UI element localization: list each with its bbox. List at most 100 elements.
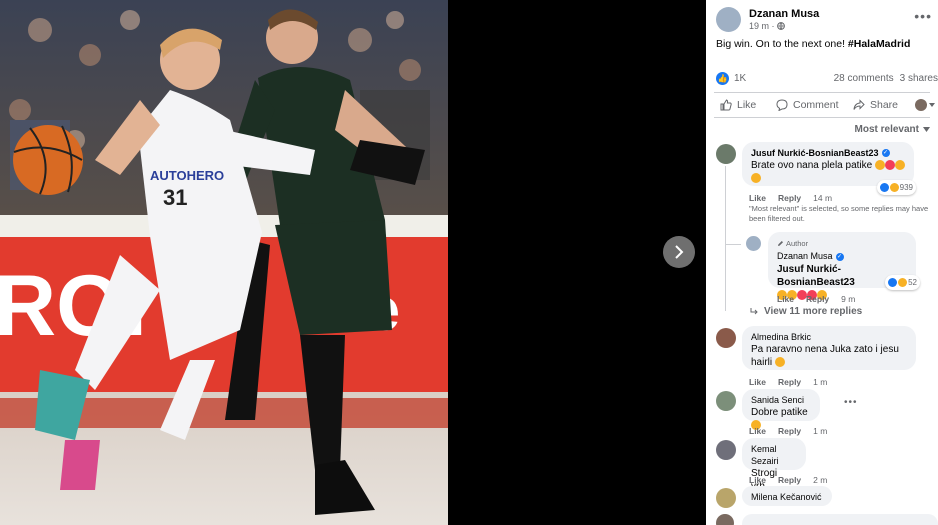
comment-like-button[interactable]: Like bbox=[749, 475, 766, 485]
commenter-name[interactable]: Jusuf Nurkić-BosnianBeast23 bbox=[751, 147, 879, 159]
comment-time[interactable]: 2 m bbox=[813, 475, 827, 485]
reply-like-button[interactable]: Like bbox=[777, 294, 794, 304]
comment-input[interactable] bbox=[742, 514, 938, 525]
profile-avatar bbox=[716, 514, 734, 525]
laugh-emoji-icon bbox=[894, 160, 905, 171]
photo-viewer: ROI de bbox=[0, 0, 706, 525]
like-reaction-icon: 👍 bbox=[716, 72, 729, 85]
thread-branch bbox=[725, 244, 741, 245]
comment-text: Dobre patike bbox=[751, 407, 808, 418]
post-text: Big win. On to the next one! #HalaMadrid bbox=[716, 38, 932, 50]
comments-count[interactable]: 28 comments bbox=[834, 73, 894, 84]
comment-like-button[interactable]: Like bbox=[749, 193, 766, 203]
hashtag-link[interactable]: #HalaMadrid bbox=[848, 38, 910, 50]
commenter-name[interactable]: Almedina Brkic bbox=[751, 331, 907, 343]
comment-actions: Like Reply 2 m bbox=[740, 475, 827, 485]
reply-arrow-icon bbox=[750, 307, 758, 314]
comment-bubble: Sanida Senci Dobre patike bbox=[742, 389, 820, 431]
comment-text: Pa naravno nena Juka zato i jesu hairli bbox=[751, 344, 899, 368]
verified-badge-icon: ✓ bbox=[881, 149, 890, 157]
post-side-panel: Dzanan Musa 19 m · ••• Big win. On to th… bbox=[706, 0, 938, 525]
thread-line bbox=[725, 166, 726, 311]
pencil-icon bbox=[778, 241, 783, 246]
comment-options-icon[interactable]: ••• bbox=[844, 397, 858, 408]
next-photo-button[interactable] bbox=[663, 236, 695, 268]
comment-like-button[interactable]: Like bbox=[749, 426, 766, 436]
jersey-number: 31 bbox=[163, 185, 187, 210]
commenter-name[interactable]: Sanida Senci bbox=[751, 394, 811, 406]
sort-label: Most relevant bbox=[854, 124, 919, 135]
reply-reply-button[interactable]: Reply bbox=[806, 294, 829, 304]
post-caption: Big win. On to the next one! bbox=[716, 38, 848, 50]
reaction-count: 939 bbox=[899, 183, 913, 192]
post-time[interactable]: 19 m · bbox=[749, 21, 775, 31]
reply-time[interactable]: 9 m bbox=[841, 294, 855, 304]
author-label: Author bbox=[777, 237, 907, 250]
caret-down-icon bbox=[929, 103, 935, 107]
comment-actions: Like Reply 1 m bbox=[740, 426, 827, 436]
comment-reply-button[interactable]: Reply bbox=[778, 377, 801, 387]
comment-like-button[interactable]: Like bbox=[749, 377, 766, 387]
view-more-replies-link[interactable]: View 11 more replies bbox=[750, 306, 862, 317]
reply-author-avatar[interactable] bbox=[746, 236, 761, 251]
comment-composer bbox=[716, 512, 938, 525]
comment-reply-button[interactable]: Reply bbox=[778, 475, 801, 485]
post-header: Dzanan Musa 19 m · ••• bbox=[716, 7, 932, 32]
comment-bubble: Kemal Sezairi Strogi vrh... bbox=[742, 438, 806, 492]
jersey-sponsor: AUTOHERO bbox=[150, 168, 224, 183]
more-options-icon[interactable]: ••• bbox=[914, 8, 932, 24]
author-avatar[interactable] bbox=[716, 7, 741, 32]
comment-time[interactable]: 1 m bbox=[813, 426, 827, 436]
like-label: Like bbox=[737, 99, 757, 111]
caret-down-icon bbox=[923, 127, 930, 132]
commenter-avatar[interactable] bbox=[716, 328, 736, 348]
comment-text: Brate ovo nana plela patike bbox=[751, 160, 873, 171]
comment-reply-button[interactable]: Reply bbox=[778, 426, 801, 436]
react-as-selector[interactable] bbox=[915, 99, 935, 111]
reactions-count: 1K bbox=[734, 73, 747, 84]
commenter-name[interactable]: Kemal Sezairi bbox=[751, 443, 797, 467]
comment-button[interactable]: Comment bbox=[776, 99, 853, 111]
commenter-name[interactable]: Milena Kečanović bbox=[751, 491, 823, 503]
reply-bubble: Author Dzanan Musa ✓ Jusuf Nurkić-Bosnia… bbox=[768, 232, 920, 301]
chevron-right-icon bbox=[675, 245, 684, 259]
haha-reaction-icon bbox=[898, 278, 908, 287]
share-button[interactable]: Share bbox=[853, 99, 915, 111]
smile-emoji-icon bbox=[774, 357, 785, 368]
comment-bubble: Almedina Brkic Pa naravno nena Juka zato… bbox=[742, 326, 916, 370]
basketball-photo-illustration: ROI de bbox=[0, 0, 448, 525]
share-icon bbox=[853, 99, 865, 110]
reply-author-name[interactable]: Dzanan Musa bbox=[777, 250, 833, 263]
haha-reaction-icon bbox=[889, 183, 899, 192]
reaction-count: 52 bbox=[908, 278, 917, 287]
view-more-replies-label: View 11 more replies bbox=[764, 306, 863, 317]
author-name[interactable]: Dzanan Musa bbox=[749, 8, 914, 20]
comment-reply-button[interactable]: Reply bbox=[778, 193, 801, 203]
laugh-emoji-icon bbox=[751, 173, 761, 184]
reactions-summary[interactable]: 👍 1K bbox=[716, 72, 746, 85]
like-reaction-icon bbox=[879, 183, 889, 192]
comment-time[interactable]: 14 m bbox=[813, 193, 832, 203]
comment-time[interactable]: 1 m bbox=[813, 377, 827, 387]
commenter-avatar[interactable] bbox=[716, 391, 736, 411]
like-button[interactable]: Like bbox=[720, 99, 776, 111]
share-label: Share bbox=[870, 99, 899, 111]
engagement-summary: 👍 1K 28 comments 3 shares bbox=[716, 72, 938, 85]
globe-icon bbox=[776, 22, 785, 30]
comment-bubble: Jusuf Nurkić-BosnianBeast23 ✓ Brate ovo … bbox=[742, 142, 916, 195]
comment-actions: Like Reply 1 m bbox=[740, 377, 827, 387]
verified-badge-icon: ✓ bbox=[835, 252, 844, 261]
author-label-text: Author bbox=[786, 239, 809, 248]
commenter-avatar[interactable] bbox=[716, 488, 736, 508]
profile-avatar bbox=[915, 99, 927, 111]
commenter-avatar[interactable] bbox=[716, 144, 736, 164]
shares-count[interactable]: 3 shares bbox=[900, 73, 938, 84]
like-reaction-icon bbox=[888, 278, 898, 287]
post-photo: ROI de bbox=[0, 0, 448, 525]
thumbs-up-icon bbox=[720, 99, 732, 111]
comment-sort-dropdown[interactable]: Most relevant bbox=[855, 124, 930, 135]
commenter-avatar[interactable] bbox=[716, 440, 736, 460]
comment-icon bbox=[776, 99, 788, 111]
reply-reactions[interactable]: 52 bbox=[885, 275, 920, 290]
comment-reactions[interactable]: 939 bbox=[876, 180, 916, 195]
